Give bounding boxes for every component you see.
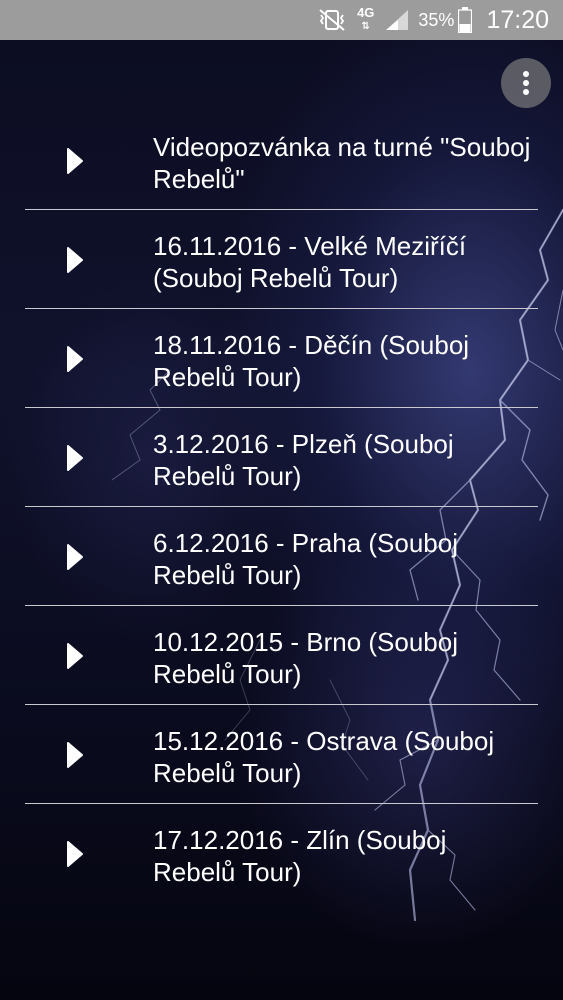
- item-title: 6.12.2016 - Praha (Souboj Rebelů Tour): [153, 528, 458, 590]
- battery-indicator: 35%: [418, 7, 473, 33]
- episode-list: Videopozvánka na turné "Souboj Rebelů" 1…: [0, 111, 563, 903]
- list-item[interactable]: Videopozvánka na turné "Souboj Rebelů": [0, 111, 563, 210]
- list-item[interactable]: 17.12.2016 - Zlín (Souboj Rebelů Tour): [0, 804, 563, 903]
- network-4g-icon: 4G ⇅: [357, 5, 375, 32]
- list-item[interactable]: 3.12.2016 - Plzeň (Souboj Rebelů Tour): [0, 408, 563, 507]
- vibrate-icon: [317, 8, 347, 32]
- network-type: 4G: [357, 5, 375, 20]
- overflow-menu-icon: [523, 71, 529, 95]
- battery-icon: [458, 7, 473, 33]
- list-item[interactable]: 15.12.2016 - Ostrava (Souboj Rebelů Tour…: [0, 705, 563, 804]
- clock: 17:20: [486, 5, 549, 34]
- play-icon: [67, 445, 83, 471]
- play-icon: [67, 148, 83, 174]
- list-item[interactable]: 18.11.2016 - Děčín (Souboj Rebelů Tour): [0, 309, 563, 408]
- item-title: 15.12.2016 - Ostrava (Souboj Rebelů Tour…: [153, 726, 495, 788]
- play-icon: [67, 544, 83, 570]
- list-item[interactable]: 16.11.2016 - Velké Meziříčí (Souboj Rebe…: [0, 210, 563, 309]
- item-title: 17.12.2016 - Zlín (Souboj Rebelů Tour): [153, 825, 447, 887]
- list-item[interactable]: 6.12.2016 - Praha (Souboj Rebelů Tour): [0, 507, 563, 606]
- overflow-menu-button[interactable]: [501, 58, 551, 108]
- list-item[interactable]: 10.12.2015 - Brno (Souboj Rebelů Tour): [0, 606, 563, 705]
- item-title: 10.12.2015 - Brno (Souboj Rebelů Tour): [153, 627, 458, 689]
- signal-icon: [384, 8, 410, 32]
- item-title: 16.11.2016 - Velké Meziříčí (Souboj Rebe…: [153, 231, 467, 293]
- play-icon: [67, 643, 83, 669]
- battery-percent: 35%: [418, 9, 455, 30]
- item-title: Videopozvánka na turné "Souboj Rebelů": [153, 132, 531, 194]
- play-icon: [67, 247, 83, 273]
- status-bar: 4G ⇅ 35% 17:20: [0, 0, 563, 40]
- app-screen: 4G ⇅ 35% 17:20 Videopozvánka na turné "S…: [0, 0, 563, 1000]
- item-title: 3.12.2016 - Plzeň (Souboj Rebelů Tour): [153, 429, 454, 491]
- play-icon: [67, 346, 83, 372]
- play-icon: [67, 742, 83, 768]
- item-title: 18.11.2016 - Děčín (Souboj Rebelů Tour): [153, 330, 470, 392]
- play-icon: [67, 841, 83, 867]
